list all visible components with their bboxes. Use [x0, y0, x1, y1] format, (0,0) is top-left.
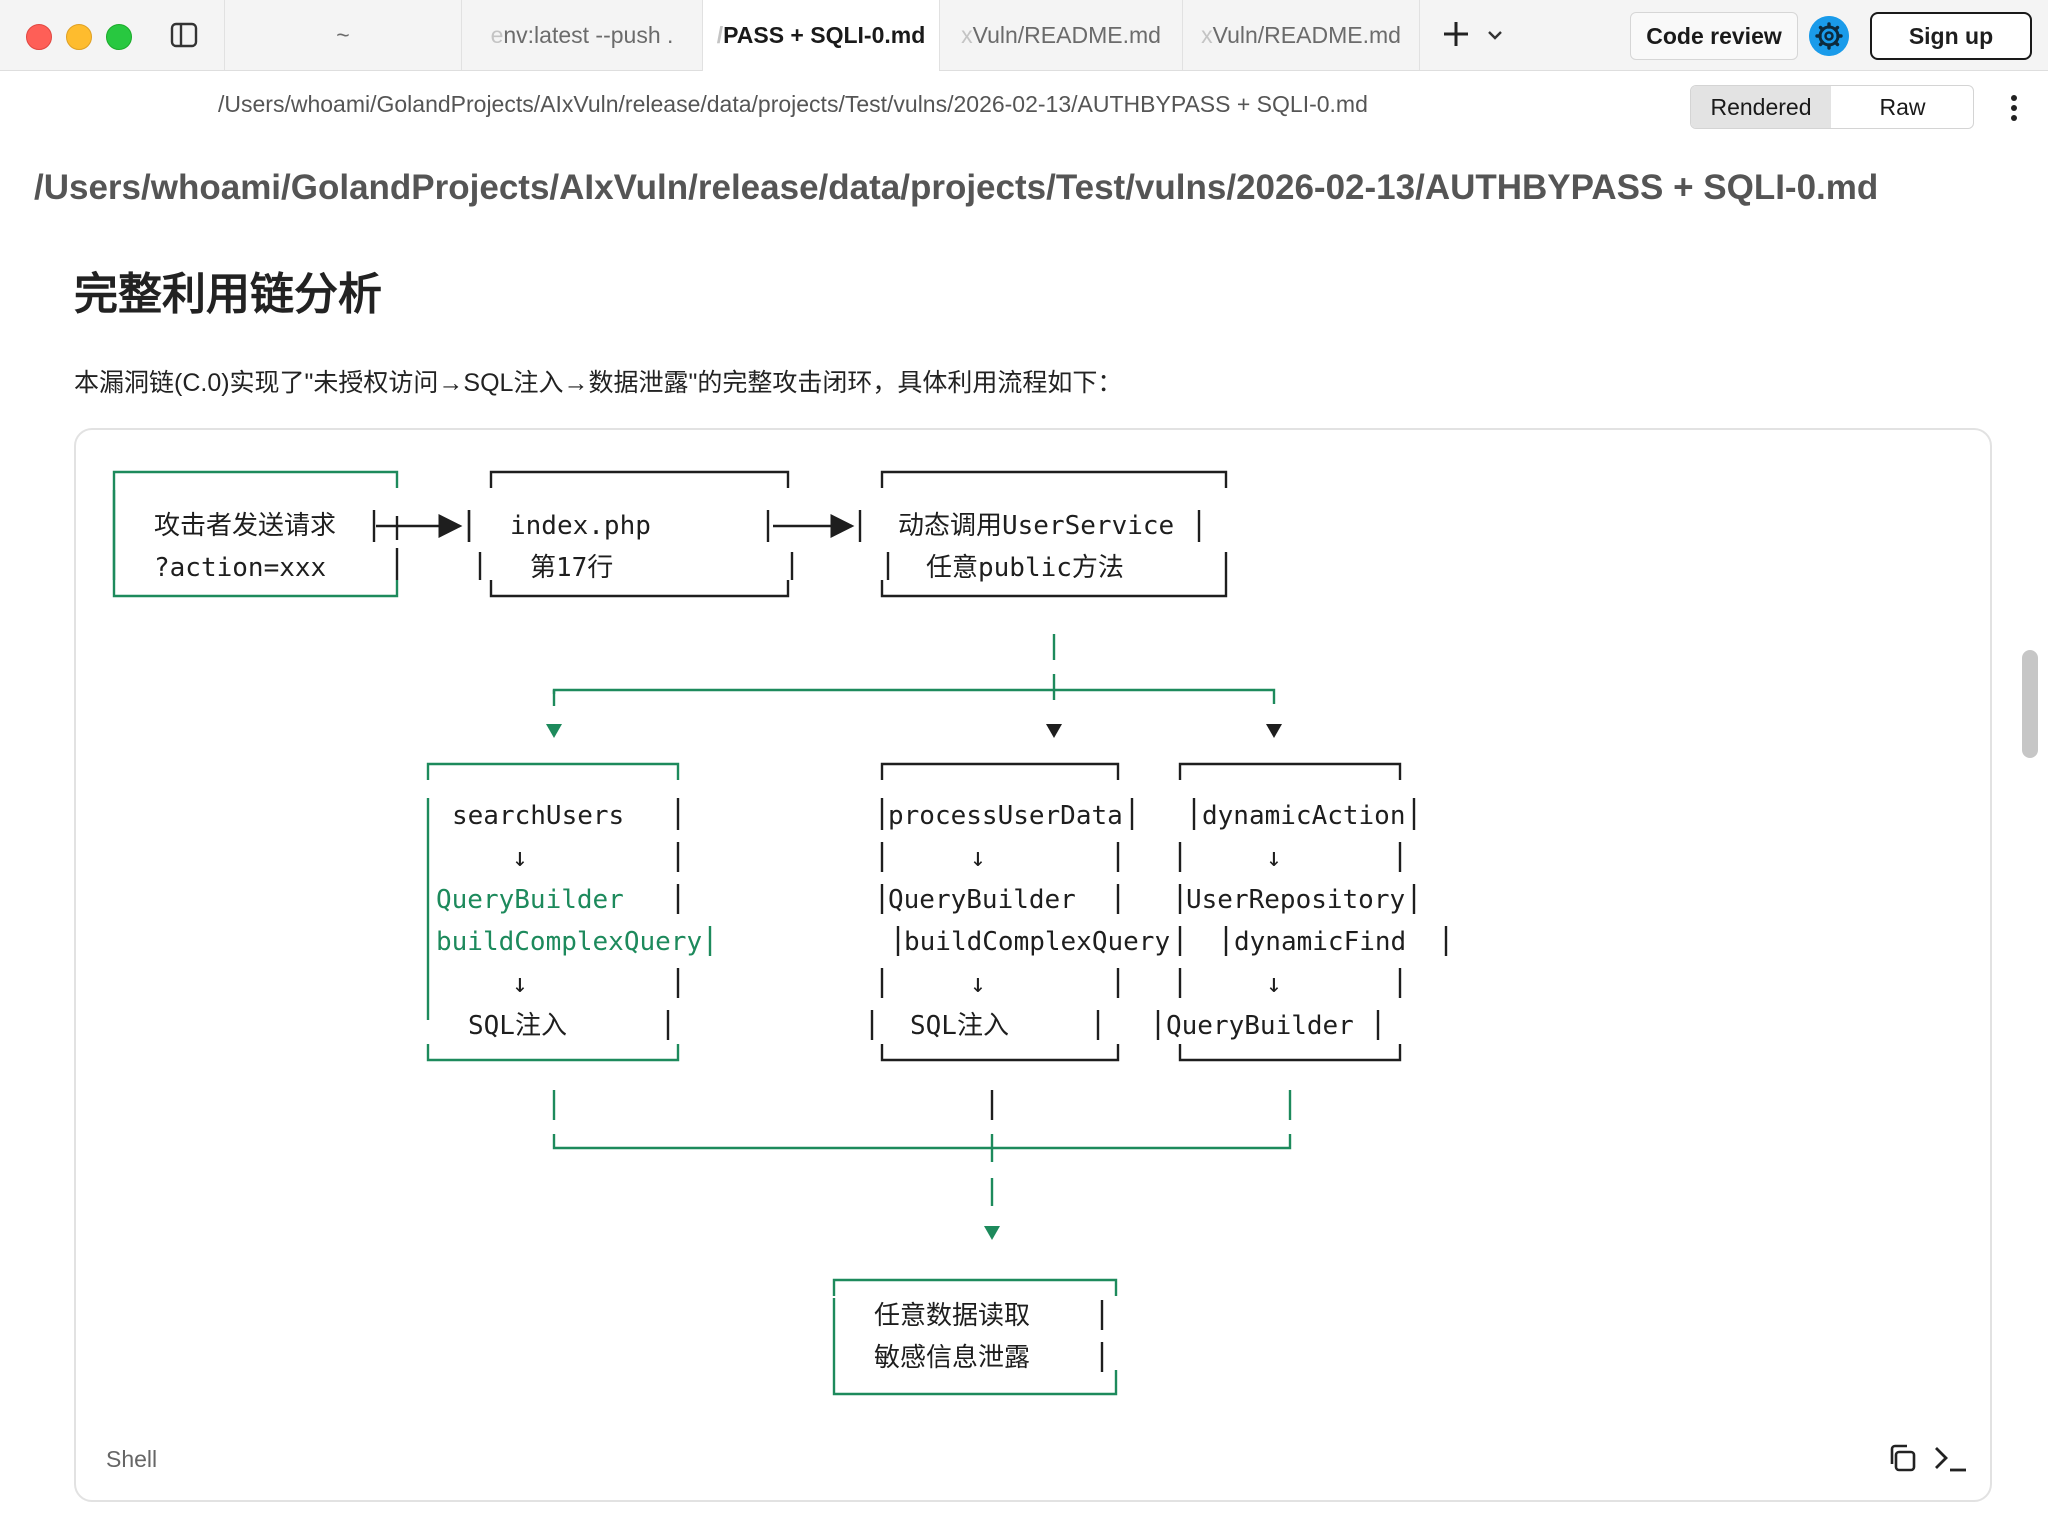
- exploit-chain-diagram: 攻击者发送请求 ?action=xxx index.php 第17行 动态调用U…: [112, 470, 1448, 1396]
- arrow-down-process: [1046, 724, 1062, 738]
- vertical-scrollbar[interactable]: [2022, 650, 2038, 758]
- rendered-toggle[interactable]: Rendered: [1691, 86, 1831, 128]
- tab-authbypass-label: PASS + SQLI-0.md: [723, 22, 926, 48]
- tab-docker-push-label: nv:latest --push .: [503, 22, 674, 48]
- tab-home[interactable]: ~: [224, 0, 461, 70]
- dynamic-action-line-3: UserRepository: [1186, 885, 1405, 915]
- arrow-down-result: [984, 1226, 1000, 1240]
- close-window-button[interactable]: [26, 24, 52, 50]
- zoom-window-button[interactable]: [106, 24, 132, 50]
- view-mode-toggle: Rendered Raw: [1690, 85, 1974, 129]
- code-block: 攻击者发送请求 ?action=xxx index.php 第17行 动态调用U…: [74, 428, 1992, 1502]
- tab-authbypass-sqli[interactable]: /PASS + SQLI-0.md: [702, 0, 939, 71]
- result-box: 任意数据读取 敏感信息泄露: [832, 1278, 1118, 1396]
- search-users-box: searchUsers ↓ QueryBuilder buildComplexQ…: [426, 762, 712, 1062]
- dynamic-action-line-4: dynamicFind: [1234, 927, 1406, 957]
- process-line-2: ↓: [970, 843, 986, 873]
- dynamic-action-line-6: QueryBuilder: [1166, 1011, 1354, 1041]
- copy-icon[interactable]: [1886, 1442, 1918, 1474]
- more-vertical-icon[interactable]: [2004, 93, 2024, 123]
- section-title: 完整利用链分析: [74, 270, 382, 319]
- search-line-1: searchUsers: [452, 801, 624, 831]
- tab-readme-1-fade: x: [961, 22, 973, 48]
- result-line-2: 敏感信息泄露: [874, 1343, 1030, 1373]
- raw-toggle[interactable]: Raw: [1832, 86, 1973, 128]
- search-line-4: buildComplexQuery: [436, 927, 702, 957]
- gear-icon[interactable]: [1809, 16, 1849, 56]
- terminal-icon[interactable]: [1932, 1442, 1968, 1474]
- chevron-down-icon[interactable]: [1486, 26, 1504, 44]
- code-language-label: Shell: [106, 1446, 158, 1472]
- dynamic-call-box: 动态调用UserService 任意public方法: [880, 470, 1228, 598]
- search-line-3: QueryBuilder: [436, 885, 624, 915]
- file-path: /Users/whoami/GolandProjects/AIxVuln/rel…: [218, 91, 1368, 117]
- code-review-button[interactable]: Code review: [1630, 12, 1798, 60]
- dynamic-action-line-5: ↓: [1266, 969, 1282, 999]
- tab-home-label: ~: [336, 22, 350, 48]
- index-php-box: index.php 第17行: [467, 470, 794, 598]
- dynamic-action-line-2: ↓: [1266, 843, 1282, 873]
- sidebar-toggle-icon[interactable]: [170, 22, 198, 48]
- dynamic-line-2: 任意public方法: [926, 553, 1124, 583]
- tab-readme-2-fade: x: [1201, 22, 1213, 48]
- process-line-4: buildComplexQuery: [904, 927, 1170, 957]
- index-line-2: 第17行: [530, 553, 613, 583]
- tab-docker-push[interactable]: env:latest --push .: [461, 0, 702, 70]
- dynamic-action-line-1: dynamicAction: [1202, 801, 1406, 831]
- attacker-line-1: 攻击者发送请求: [154, 511, 336, 541]
- arrow-down-search: [546, 724, 562, 738]
- tab-readme-2-label: Vuln/README.md: [1212, 22, 1401, 48]
- dynamic-line-1: 动态调用UserService: [898, 511, 1174, 541]
- tab-readme-2[interactable]: xVuln/README.md: [1182, 0, 1420, 70]
- process-line-3: QueryBuilder: [888, 885, 1076, 915]
- minimize-window-button[interactable]: [66, 24, 92, 50]
- index-line-1: index.php: [510, 511, 651, 541]
- result-line-1: 任意数据读取: [874, 1301, 1030, 1331]
- search-line-6: SQL注入: [468, 1011, 567, 1041]
- dynamic-action-box: dynamicAction ↓ UserRepository dynamicFi…: [1156, 762, 1448, 1062]
- tab-docker-push-fade: e: [490, 22, 504, 48]
- process-user-data-box: processUserData ↓ QueryBuilder buildComp…: [870, 762, 1170, 1062]
- document-path-heading: /Users/whoami/GolandProjects/AIxVuln/rel…: [34, 168, 1879, 207]
- tab-readme-1-label: Vuln/README.md: [972, 22, 1161, 48]
- search-line-2: ↓: [512, 843, 528, 873]
- split-connector: [552, 634, 1276, 706]
- process-line-6: SQL注入: [910, 1011, 1009, 1041]
- search-line-5: ↓: [512, 969, 528, 999]
- attacker-line-2: ?action=xxx: [154, 553, 326, 583]
- process-line-1: processUserData: [888, 801, 1123, 831]
- plus-icon[interactable]: [1440, 18, 1472, 50]
- intro-paragraph: 本漏洞链(C.0)实现了"未授权访问→SQL注入→数据泄露"的完整攻击闭环，具体…: [74, 369, 1123, 397]
- attacker-box: 攻击者发送请求 ?action=xxx: [112, 470, 399, 598]
- process-line-5: ↓: [970, 969, 986, 999]
- arrow-down-dynamic-action: [1266, 724, 1282, 738]
- sign-up-button[interactable]: Sign up: [1870, 12, 2032, 60]
- title-bar: ~ env:latest --push . /PASS + SQLI-0.md …: [0, 0, 2048, 71]
- merge-connector: [552, 1090, 1292, 1206]
- tab-readme-1[interactable]: xVuln/README.md: [939, 0, 1182, 70]
- path-bar: /Users/whoami/GolandProjects/AIxVuln/rel…: [0, 71, 2048, 141]
